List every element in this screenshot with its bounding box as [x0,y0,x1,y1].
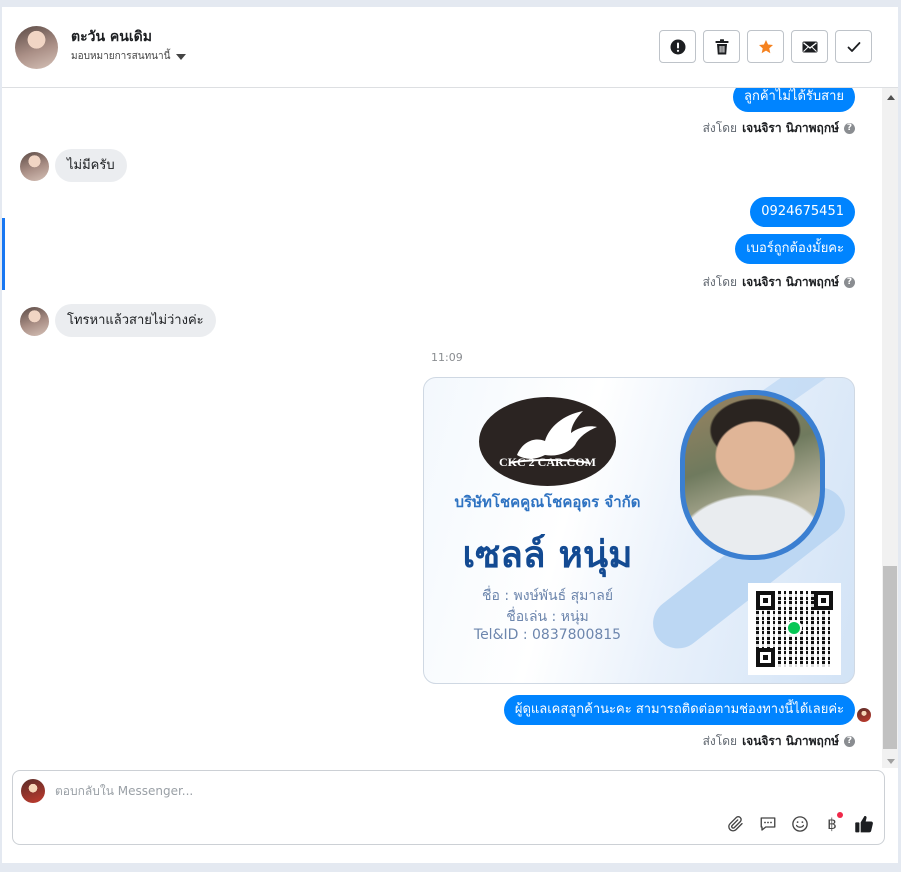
report-button[interactable] [659,30,696,63]
question-circle-icon[interactable]: ? [844,123,855,134]
contact-name[interactable]: ตะวัน คนเดิม [71,26,152,48]
sent-by-line: ส่งโดย เจนจิรา นิภาพฤกษ์ ? [703,732,855,751]
emoji-icon [792,816,808,832]
caret-down-icon [176,53,187,60]
sent-by-prefix: ส่งโดย [702,734,738,748]
notification-dot [837,812,843,818]
qr-finder [756,648,775,667]
salesperson-photo-frame [680,390,825,560]
paperclip-icon [728,816,743,832]
contact-avatar[interactable] [15,26,58,69]
message-timestamp: 11:09 [431,351,463,364]
sent-by-agent[interactable]: เจนจิรา นิภาพฤกษ์ [742,119,839,138]
contact-avatar-small[interactable] [20,152,49,181]
reply-input[interactable] [55,784,705,798]
business-card-image[interactable]: CKC 2 CAR.COM บริษัทโชคคูณโชคอุดร จำกัด … [423,377,855,684]
sent-by-prefix: ส่งโดย [702,275,738,289]
card-sale-name: เซลล์ หนุ่ม [462,533,633,576]
scroll-down-arrow-icon[interactable] [887,759,895,764]
message-bubble-incoming[interactable]: ไม่มีครับ [55,149,127,182]
thread-scrollbar[interactable] [882,88,898,768]
envelope-icon [802,41,817,52]
sent-by-prefix: ส่งโดย [702,121,738,135]
selection-indicator [2,218,5,290]
like-button[interactable] [854,814,874,834]
messenger-panel: ตะวัน คนเดิม มอบหมายการสนทนานี้ ลูกค้าไม… [2,7,898,863]
scroll-thumb[interactable] [883,566,897,749]
conversation-header: ตะวัน คนเดิม มอบหมายการสนทนานี้ [2,7,898,88]
quick-reply-icon [760,817,776,831]
delete-button[interactable] [703,30,740,63]
line-qr-code [748,583,841,675]
agent-avatar [21,779,45,803]
check-icon [847,41,860,52]
exclamation-circle-icon [670,39,685,54]
conversation-actions [659,30,872,63]
sent-by-line: ส่งโดย เจนจิรา นิภาพฤกษ์ ? [703,119,855,138]
sent-by-line: ส่งโดย เจนจิรา นิภาพฤกษ์ ? [703,273,855,292]
star-icon [758,39,773,53]
quick-reply-button[interactable] [758,814,778,834]
seen-indicator-avatar [857,708,871,722]
mark-done-button[interactable] [835,30,872,63]
email-button[interactable] [791,30,828,63]
message-bubble-outgoing[interactable]: เบอร์ถูกต้องมั้ยคะ [735,234,855,264]
card-company-name: บริษัทโชคคูณโชคอุดร จำกัด [454,493,641,511]
question-circle-icon[interactable]: ? [844,277,855,288]
message-bubble-outgoing[interactable]: 0924675451 [750,197,855,227]
composer-tools: ฿ [726,812,874,834]
card-nickname-line: ชื่อเล่น : หนุ่ม [506,609,589,625]
message-bubble-outgoing[interactable]: ลูกค้าไม่ได้รับสาย [732,88,855,112]
pegasus-logo-icon [508,411,597,464]
thumbs-up-icon [855,815,873,833]
logo-text: CKC 2 CAR.COM [499,455,596,469]
card-tel-line: Tel&ID : 0837800815 [473,627,622,643]
message-thread[interactable]: ลูกค้าไม่ได้รับสาย ส่งโดย เจนจิรา นิภาพฤ… [2,88,882,768]
qr-pattern [756,591,833,667]
sent-by-agent[interactable]: เจนจิรา นิภาพฤกษ์ [742,732,839,751]
baht-icon: ฿ [827,815,837,833]
message-bubble-outgoing[interactable]: ผู้ดูแลเคสลูกค้านะคะ สามารถติดต่อตามช่อง… [503,695,855,725]
line-logo-icon [786,620,802,636]
qr-finder [756,591,775,610]
scroll-up-arrow-icon[interactable] [887,95,895,100]
salesperson-photo [685,395,820,555]
message-bubble-incoming[interactable]: โทรหาแล้วสายไม่ว่างค่ะ [55,304,216,337]
payment-button[interactable]: ฿ [822,812,843,834]
reply-composer: ฿ [12,770,885,845]
sent-by-agent[interactable]: เจนจิรา นิภาพฤกษ์ [742,273,839,292]
attach-button[interactable] [726,814,746,834]
assign-dropdown[interactable]: มอบหมายการสนทนานี้ [71,49,187,64]
emoji-button[interactable] [790,814,810,834]
card-name-line: ชื่อ : พงษ์พันธ์ สุมาลย์ [481,588,614,604]
company-logo: CKC 2 CAR.COM [479,397,616,486]
star-button[interactable] [747,30,784,63]
assign-label: มอบหมายการสนทนานี้ [71,51,171,62]
question-circle-icon[interactable]: ? [844,736,855,747]
trash-icon [715,38,728,54]
contact-avatar-small[interactable] [20,307,49,336]
qr-finder [814,591,833,610]
